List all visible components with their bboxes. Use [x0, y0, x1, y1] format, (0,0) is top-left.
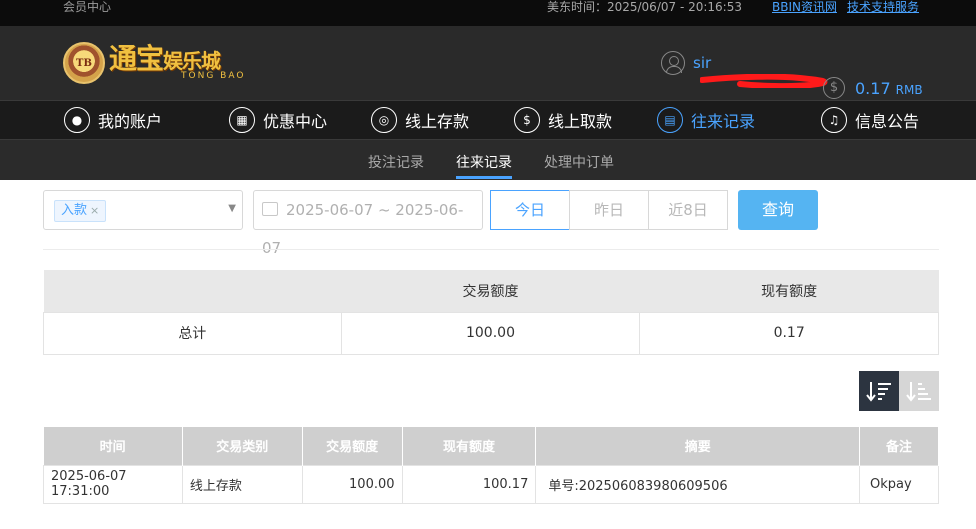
logo-badge: TB	[63, 42, 105, 84]
withdraw-icon: $	[514, 107, 540, 133]
calendar-icon	[262, 202, 278, 216]
cell-time: 2025-06-07 17:31:00	[43, 464, 183, 504]
eastern-time-clock: 美东时间：2025/06/07 - 20:16:53	[546, 0, 742, 14]
quick-today-button[interactable]: 今日	[490, 190, 570, 230]
divider	[43, 249, 939, 250]
summary-table: 交易额度 现有额度 总计 100.00 0.17	[43, 270, 939, 355]
search-button[interactable]: 查询	[738, 190, 818, 230]
summary-header-cell: 交易额度	[341, 270, 640, 312]
member-center-link[interactable]: 会员中心	[63, 0, 111, 14]
user-avatar-icon	[661, 51, 685, 75]
col-balance: 现有额度	[402, 427, 537, 465]
sort-ascending-icon	[906, 382, 931, 402]
summary-current-balance: 0.17	[639, 311, 939, 355]
summary-total-row: 总计 100.00 0.17	[43, 311, 939, 355]
main-nav: ● 我的账户 ▦ 优惠中心 ◎ 线上存款 $ 线上取款 ▤ 往来记录 ♫ 信息公…	[0, 100, 976, 140]
dollar-coin-icon: $	[823, 77, 845, 99]
transaction-header-row: 时间 交易类别 交易额度 现有额度 摘要 备注	[43, 427, 939, 465]
cell-type: 线上存款	[181, 464, 303, 504]
type-tag: 入款 ×	[54, 200, 107, 222]
cell-remark: Okpay	[859, 464, 939, 504]
chevron-down-icon: ▼	[228, 203, 236, 214]
gift-icon: ▦	[229, 107, 255, 133]
balance-amount: 0.17	[855, 78, 891, 98]
balance-display: $ 0.17 RMB	[823, 77, 923, 99]
cell-balance: 100.17	[401, 464, 537, 504]
filter-bar: 入款 × ▼ 2025-06-07 ~ 2025-06-07 今日 昨日 近8日 …	[43, 190, 943, 257]
quick-last8days-button[interactable]: 近8日	[648, 190, 728, 230]
summary-transaction-amount: 100.00	[340, 311, 641, 355]
tech-support-link[interactable]: 技术支持服务	[847, 0, 919, 14]
tab-pending-orders[interactable]: 处理中订单	[544, 152, 614, 172]
cell-amount: 100.00	[301, 464, 403, 504]
sub-nav: 投注记录 往来记录 处理中订单	[0, 140, 976, 180]
site-logo[interactable]: TB 通宝娱乐城 TONG BAO	[63, 42, 245, 84]
col-amount: 交易额度	[302, 427, 403, 465]
date-range-input[interactable]: 2025-06-07 ~ 2025-06-07	[253, 190, 483, 257]
deposit-icon: ◎	[371, 107, 397, 133]
nav-online-withdraw[interactable]: $ 线上取款	[514, 107, 612, 133]
col-summary: 摘要	[535, 427, 861, 465]
redaction-scribble	[700, 74, 828, 88]
site-header: TB 通宝娱乐城 TONG BAO sir $ 0.17 RMB	[0, 26, 976, 100]
transaction-type-select[interactable]: 入款 × ▼	[43, 190, 243, 230]
sort-desc-button[interactable]	[859, 371, 899, 411]
bbin-news-link[interactable]: BBIN资讯网	[772, 0, 837, 14]
nav-online-deposit[interactable]: ◎ 线上存款	[371, 107, 469, 133]
tab-transaction-records[interactable]: 往来记录	[456, 152, 512, 179]
sort-asc-button[interactable]	[899, 371, 939, 411]
top-bar: 会员中心 美东时间：2025/06/07 - 20:16:53 BBIN资讯网 …	[0, 0, 976, 26]
summary-header-cell	[43, 270, 342, 312]
col-time: 时间	[43, 427, 183, 465]
logo-text: 通宝娱乐城 TONG BAO	[109, 42, 246, 82]
nav-announcements[interactable]: ♫ 信息公告	[821, 107, 919, 133]
summary-label: 总计	[43, 311, 342, 355]
transaction-table: 时间 交易类别 交易额度 现有额度 摘要 备注 2025-06-07 17:31…	[43, 427, 939, 504]
balance-currency: RMB	[895, 82, 923, 97]
summary-header-row: 交易额度 现有额度	[43, 270, 939, 312]
user-info[interactable]: sir	[661, 51, 711, 75]
top-bar-right: 美东时间：2025/06/07 - 20:16:53 BBIN资讯网 技术支持服…	[547, 0, 919, 14]
username: sir	[693, 54, 712, 72]
nav-promotions[interactable]: ▦ 优惠中心	[229, 107, 327, 133]
bell-icon: ♫	[821, 107, 847, 133]
col-remark: 备注	[859, 427, 939, 465]
records-icon: ▤	[657, 107, 683, 133]
nav-transaction-records[interactable]: ▤ 往来记录	[657, 107, 755, 133]
col-type: 交易类别	[182, 427, 303, 465]
summary-header-cell: 现有额度	[639, 270, 939, 312]
sort-descending-icon	[866, 382, 891, 402]
table-row: 2025-06-07 17:31:00 线上存款 100.00 100.17 单…	[43, 464, 939, 504]
user-icon: ●	[64, 107, 90, 133]
tab-bet-records[interactable]: 投注记录	[368, 152, 424, 172]
cell-summary: 单号:202506083980609506	[535, 464, 861, 504]
nav-my-account[interactable]: ● 我的账户	[64, 107, 162, 133]
quick-yesterday-button[interactable]: 昨日	[569, 190, 649, 230]
tag-remove-icon[interactable]: ×	[90, 204, 99, 217]
